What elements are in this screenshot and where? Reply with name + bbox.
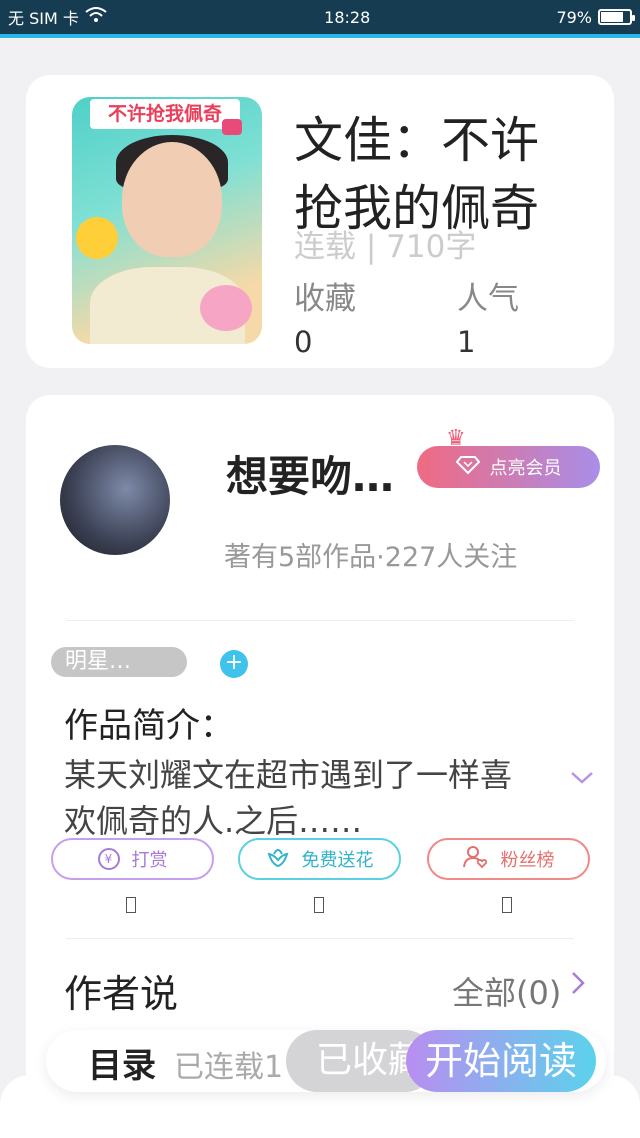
stat-label-favorites: 收藏: [294, 281, 356, 317]
send-flower-label: 免费送花: [301, 850, 374, 871]
vip-button-label: 点亮会员: [489, 458, 562, 479]
tip-label: 打赏: [131, 850, 168, 871]
toc-button[interactable]: 目录: [88, 1038, 156, 1087]
diamond-icon: [455, 455, 480, 479]
fans-count: [502, 897, 512, 913]
intro-label: 作品简介：: [64, 706, 234, 746]
chevron-right-icon[interactable]: [571, 969, 585, 1002]
author-says-title: 作者说: [64, 972, 179, 1016]
intro-text: 某天刘耀文在超市遇到了一样喜欢佩奇的人.之后……: [64, 756, 513, 840]
cover-face: [122, 142, 222, 257]
author-avatar[interactable]: [60, 445, 170, 555]
flower-icon: [266, 846, 290, 873]
serial-status: 已连载1: [174, 1050, 284, 1085]
yen-icon: ¥: [97, 848, 120, 870]
angry-emoji-icon: [76, 217, 118, 259]
fans-icon: [462, 845, 489, 874]
tip-count: [126, 897, 136, 913]
pig-sticker-icon: [200, 285, 252, 331]
send-flower-button[interactable]: 免费送花: [238, 838, 401, 880]
category-tag[interactable]: 明星…: [51, 647, 187, 677]
chevron-down-icon[interactable]: [570, 763, 594, 791]
cover-banner: 不许抢我佩奇: [90, 99, 240, 129]
add-tag-button[interactable]: +: [220, 650, 248, 678]
start-reading-button[interactable]: 开始阅读: [406, 1030, 596, 1092]
flower-count: [314, 897, 324, 913]
stat-value-favorites: 0: [294, 325, 313, 359]
wifi-icon: [85, 7, 107, 27]
battery-icon: [598, 9, 635, 25]
fans-ranking-button[interactable]: 粉丝榜: [427, 838, 590, 880]
carrier-label: 无 SIM 卡: [8, 9, 79, 28]
tip-button[interactable]: ¥ 打赏: [51, 838, 214, 880]
book-cover[interactable]: 不许抢我佩奇: [72, 97, 262, 344]
book-info-card: 不许抢我佩奇 文佳：不许抢我的佩奇 连载 | 710字 收藏 人气 0 1: [26, 75, 614, 368]
battery-percent: 79%: [556, 7, 592, 27]
divider: [66, 938, 574, 939]
accent-line: [0, 34, 640, 38]
book-detail-card: 想要吻… ♛ 点亮会员 著有5部作品·227人关注 明星… + 作品简介： 某天…: [26, 395, 614, 1095]
chat-bubble-icon: [222, 119, 242, 135]
author-meta: 著有5部作品·227人关注: [224, 542, 518, 573]
fans-ranking-label: 粉丝榜: [500, 850, 555, 871]
stat-label-popularity: 人气: [457, 281, 519, 317]
author-says-all-link[interactable]: 全部(0): [452, 968, 561, 1014]
clock: 18:28: [324, 7, 371, 27]
vip-button[interactable]: 点亮会员: [417, 446, 600, 488]
stat-value-popularity: 1: [457, 325, 476, 359]
serial-info: 连载 | 710字: [294, 229, 477, 265]
bottom-action-bar: 目录 已连载1 已收藏 开始阅读: [46, 1030, 606, 1092]
author-name[interactable]: 想要吻…: [226, 443, 394, 504]
status-bar: 无 SIM 卡 18:28 79%: [0, 0, 640, 34]
divider: [66, 620, 574, 621]
